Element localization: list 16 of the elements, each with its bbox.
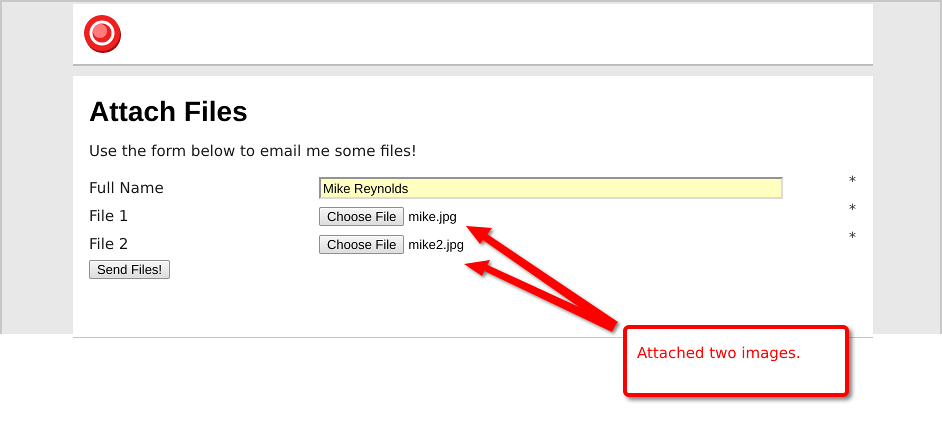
send-button[interactable]: Send Files!: [89, 260, 170, 279]
choose-file-button[interactable]: Choose File: [319, 206, 404, 226]
field-label: Full Name: [89, 179, 165, 197]
field-label: File 2: [89, 235, 130, 253]
file-name: mike2.jpg: [408, 236, 464, 252]
logo-icon: [83, 14, 123, 54]
file-name: mike.jpg: [408, 208, 457, 224]
required-mark: *: [849, 230, 856, 246]
field-label: File 1: [89, 207, 130, 225]
intro-text: Use the form below to email me some files!: [89, 142, 418, 160]
annotation-text: Attached two images.: [637, 344, 801, 362]
name-field[interactable]: Mike Reynolds: [319, 177, 783, 199]
page-title: Attach Files: [89, 96, 249, 128]
required-mark: *: [849, 202, 856, 218]
required-mark: *: [849, 174, 856, 190]
choose-file-button[interactable]: Choose File: [319, 234, 404, 254]
